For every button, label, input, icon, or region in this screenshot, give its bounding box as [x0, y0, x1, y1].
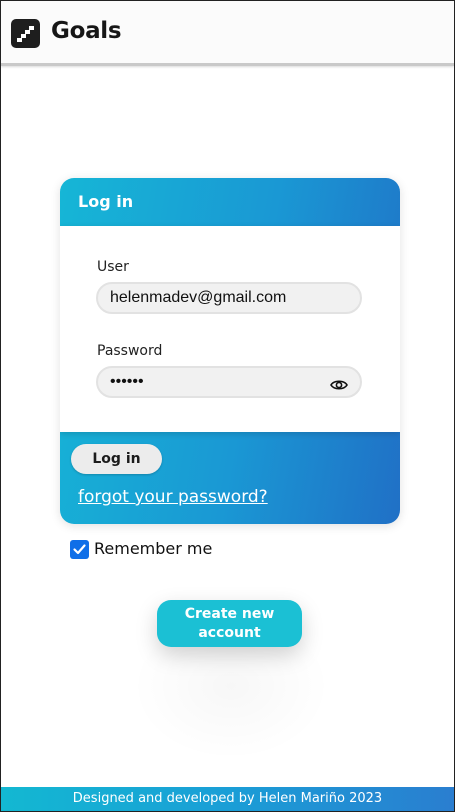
eye-icon[interactable]: [330, 374, 348, 402]
create-account-label: Create new account: [184, 605, 275, 641]
password-value: ••••••: [110, 373, 144, 390]
create-account-button[interactable]: Create new account: [157, 600, 302, 647]
app-title: Goals: [51, 18, 122, 44]
remember-me-label[interactable]: Remember me: [94, 539, 212, 558]
login-form: User helenmadev@gmail.com Password •••••…: [60, 226, 400, 432]
user-label: User: [97, 259, 129, 275]
login-card: Log in User helenmadev@gmail.com Passwor…: [60, 178, 400, 524]
remember-me-checkbox[interactable]: [70, 540, 89, 559]
app-frame: Goals Log in User helenmadev@gmail.com P…: [0, 0, 455, 812]
login-card-title: Log in: [78, 192, 134, 211]
app-header: Goals: [1, 1, 454, 66]
stairs-icon[interactable]: [11, 19, 40, 48]
login-button[interactable]: Log in: [71, 444, 162, 474]
forgot-password-link[interactable]: forgot your password?: [78, 487, 268, 507]
user-input[interactable]: helenmadev@gmail.com: [96, 282, 362, 314]
footer: Designed and developed by Helen Mariño 2…: [1, 787, 454, 811]
password-label: Password: [97, 343, 163, 359]
password-input[interactable]: ••••••: [96, 366, 362, 398]
